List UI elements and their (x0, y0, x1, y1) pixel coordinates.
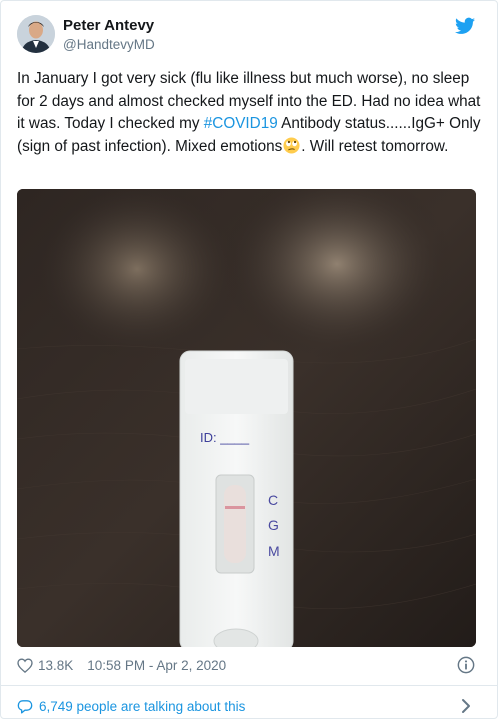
chevron-right-icon[interactable] (461, 698, 471, 714)
tweet-footer: 13.8K 10:58 PM - Apr 2, 2020 (17, 655, 477, 675)
tweet-timestamp[interactable]: 10:58 PM - Apr 2, 2020 (87, 658, 226, 673)
strip-mark-m: M (268, 543, 280, 559)
author-name[interactable]: Peter Antevy (63, 17, 154, 34)
conversation-label[interactable]: 6,749 people are talking about this (39, 699, 245, 714)
strip-mark-c: C (268, 492, 278, 508)
tweet-photo[interactable]: ID: ____ C G M (17, 189, 476, 647)
strip-mark-g: G (268, 517, 279, 533)
speech-bubble-icon (17, 699, 33, 713)
rolling-eyes-emoji-icon (283, 136, 300, 154)
author-handle[interactable]: @HandtevyMD (63, 37, 155, 52)
tweet-text-part: . Will retest tomorrow. (301, 137, 449, 155)
conversation-link[interactable]: 6,749 people are talking about this (17, 696, 477, 716)
tweet-card: Peter Antevy @HandtevyMD In January I go… (0, 0, 498, 719)
twitter-bird-icon[interactable] (455, 17, 475, 35)
hashtag-link[interactable]: #COVID19 (204, 115, 278, 132)
heart-icon[interactable] (17, 657, 33, 673)
footer-divider (1, 685, 498, 686)
like-count[interactable]: 13.8K (38, 658, 73, 673)
info-icon[interactable] (457, 656, 475, 674)
author-avatar[interactable] (17, 15, 55, 53)
strip-id-label: ID: ____ (200, 430, 250, 445)
tweet-text: In January I got very sick (flu like ill… (17, 68, 485, 158)
